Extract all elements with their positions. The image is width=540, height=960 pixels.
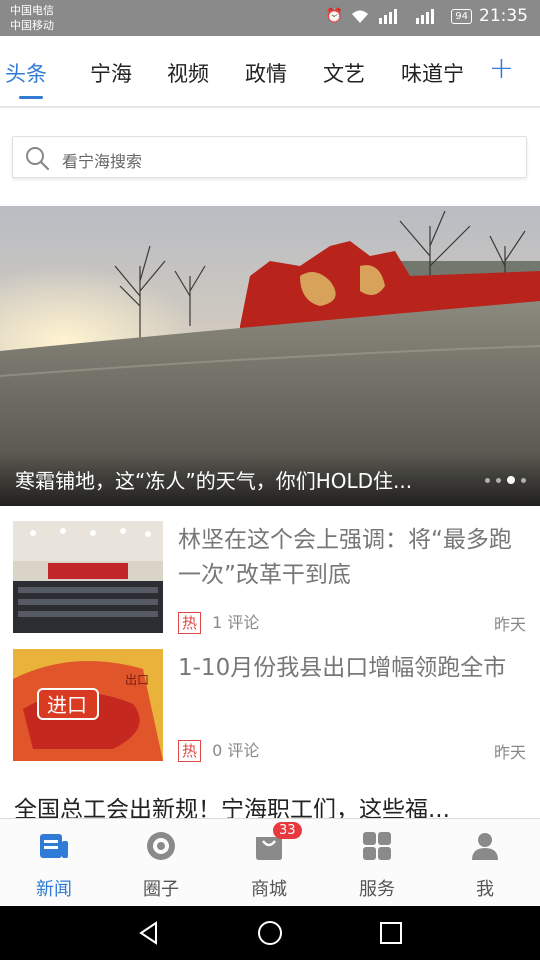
recents-icon[interactable] [378, 920, 404, 946]
tab-arts[interactable]: 文艺 [323, 58, 365, 88]
search-icon [26, 147, 49, 170]
signal-icon [379, 9, 398, 24]
news-title[interactable]: 林坚在这个会上强调：将“最多跑一次”改革干到底 [178, 523, 528, 593]
nav-label: 服务 [359, 879, 395, 900]
add-channel-button[interactable]: + [489, 54, 514, 84]
nav-label: 我 [476, 879, 494, 900]
nav-label: 商城 [251, 879, 287, 900]
news-item[interactable]: 林坚在这个会上强调：将“最多跑一次”改革干到底 热 1 评论 昨天 [0, 521, 540, 649]
circle-icon [147, 832, 175, 860]
nav-me[interactable]: 我 [445, 829, 525, 901]
news-date: 昨天 [493, 743, 526, 762]
svg-text:出口: 出口 [125, 673, 149, 687]
tab-toutiao[interactable]: 头条 [5, 58, 47, 88]
tab-video[interactable]: 视频 [167, 58, 209, 88]
battery-indicator: 94 [451, 8, 472, 24]
home-icon[interactable] [257, 920, 283, 946]
hot-tag: 热 [178, 740, 202, 762]
news-title[interactable]: 1-10月份我县出口增幅领跑全市 [178, 651, 528, 686]
carousel-dot [521, 477, 526, 483]
system-navigation-bar [0, 906, 540, 960]
banner-carousel[interactable]: 寒霜铺地，这“冻人”的天气，你们HOLD住... [0, 206, 540, 506]
news-thumbnail [13, 521, 163, 633]
nav-shop[interactable]: 33 商城 [229, 822, 309, 901]
nav-services[interactable]: 服务 [337, 829, 417, 901]
carousel-dot [485, 477, 490, 483]
news-meta: 热 0 评论 昨天 [178, 737, 526, 762]
wifi-icon [352, 10, 369, 23]
hot-tag: 热 [178, 612, 202, 634]
nav-label: 圈子 [143, 879, 179, 900]
svg-text:进口: 进口 [47, 693, 87, 717]
carrier-info: 中国电信 中国移动 [10, 3, 54, 33]
back-icon[interactable] [136, 920, 162, 946]
carrier-1: 中国电信 [10, 4, 54, 17]
search-placeholder: 看宁海搜索 [62, 152, 143, 171]
carousel-dot-active [507, 476, 515, 484]
grid-icon [363, 832, 391, 860]
status-icons: ⏰ 94 21:35 [326, 6, 528, 26]
tab-flavor[interactable]: 味道宁 [401, 58, 464, 88]
carrier-2: 中国移动 [10, 19, 54, 32]
comment-count: 1 评论 [212, 613, 260, 632]
search-bar[interactable]: 看宁海搜索 [12, 136, 527, 178]
banner-title[interactable]: 寒霜铺地，这“冻人”的天气，你们HOLD住... [15, 465, 475, 494]
shop-badge: 33 [273, 822, 302, 839]
carousel-dot [496, 477, 501, 483]
nav-label: 新闻 [36, 879, 72, 900]
signal-icon-2 [416, 9, 435, 24]
news-icon [40, 834, 68, 858]
news-meta: 热 1 评论 昨天 [178, 609, 526, 634]
channel-tabs: 头条 宁海 视频 政情 文艺 味道宁 + [0, 36, 540, 108]
bottom-navigation: 新闻 圈子 33 商城 服务 我 [0, 818, 540, 906]
clock: 21:35 [479, 6, 528, 26]
status-bar: 中国电信 中国移动 ⏰ 94 21:35 [0, 0, 540, 36]
carousel-dots [485, 476, 526, 484]
news-date: 昨天 [493, 615, 526, 634]
tab-ninghai[interactable]: 宁海 [90, 58, 132, 88]
alarm-icon: ⏰ [325, 8, 344, 24]
nav-news[interactable]: 新闻 [14, 829, 94, 901]
comment-count: 0 评论 [212, 741, 260, 760]
active-tab-indicator [19, 96, 43, 99]
news-thumbnail: 进口 出口 [13, 649, 163, 761]
tab-politics[interactable]: 政情 [245, 58, 287, 88]
user-icon [472, 833, 498, 860]
news-item[interactable]: 进口 出口 1-10月份我县出口增幅领跑全市 热 0 评论 昨天 [0, 649, 540, 777]
nav-circle[interactable]: 圈子 [121, 829, 201, 901]
